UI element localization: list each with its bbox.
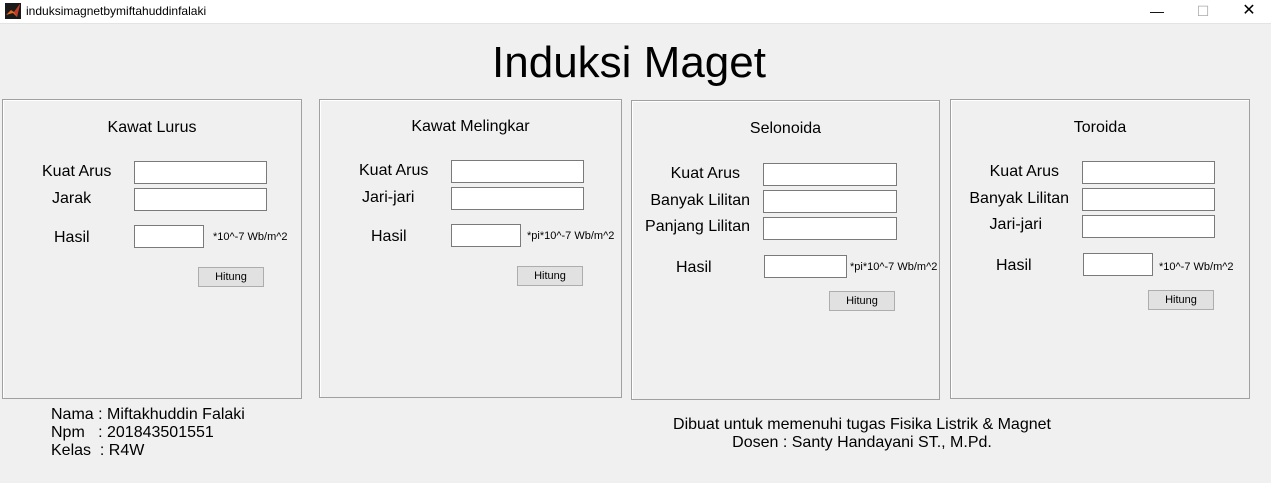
assignment-purpose: Dibuat untuk memenuhi tugas Fisika Listr…	[673, 416, 1051, 433]
jari-jari-input[interactable]	[451, 187, 584, 210]
jari-jari-input[interactable]	[1082, 215, 1215, 238]
jari-jari-label: Jari-jari	[362, 189, 415, 206]
author-npm: Npm : 201843501551	[51, 424, 214, 441]
close-button[interactable]: ✕	[1226, 0, 1271, 22]
kuat-arus-input[interactable]	[1082, 161, 1215, 184]
hasil-label: Hasil	[676, 259, 712, 276]
panel-title: Toroida	[1073, 119, 1127, 136]
banyak-lilitan-label: Banyak Lilitan	[969, 190, 1069, 207]
unit-label: *pi*10^-7 Wb/m^2	[850, 261, 938, 273]
minimize-button[interactable]: —	[1134, 0, 1180, 22]
jarak-label: Jarak	[52, 190, 92, 207]
panel-kawat-melingkar: Kawat Melingkar Kuat Arus Jari-jari Hasi…	[319, 99, 622, 398]
hasil-output[interactable]	[134, 225, 204, 248]
banyak-lilitan-input[interactable]	[1082, 188, 1215, 211]
author-name: Nama : Miftakhuddin Falaki	[51, 406, 245, 423]
hasil-output[interactable]	[451, 224, 521, 247]
hitung-button[interactable]: Hitung	[1148, 290, 1214, 310]
hitung-button[interactable]: Hitung	[198, 267, 264, 287]
hitung-button[interactable]: Hitung	[829, 291, 895, 311]
panel-title: Kawat Melingkar	[411, 118, 530, 135]
unit-label: *10^-7 Wb/m^2	[213, 231, 288, 243]
author-class: Kelas : R4W	[51, 442, 145, 459]
kuat-arus-label: Kuat Arus	[42, 163, 112, 180]
page-title: Induksi Maget	[492, 38, 766, 87]
maximize-button[interactable]: ☐	[1180, 0, 1226, 22]
hitung-button[interactable]: Hitung	[517, 266, 583, 286]
jarak-input[interactable]	[134, 188, 267, 211]
panel-title: Kawat Lurus	[107, 119, 197, 136]
window-title: induksimagnetbymiftahuddinfalaki	[26, 4, 207, 18]
lecturer-name: Dosen : Santy Handayani ST., M.Pd.	[732, 434, 992, 451]
kuat-arus-label: Kuat Arus	[989, 163, 1059, 180]
hasil-label: Hasil	[54, 229, 90, 246]
hasil-label: Hasil	[371, 228, 407, 245]
kuat-arus-label: Kuat Arus	[359, 162, 429, 179]
panjang-lilitan-label: Panjang Lilitan	[645, 218, 750, 235]
kuat-arus-label: Kuat Arus	[670, 165, 740, 182]
unit-label: *pi*10^-7 Wb/m^2	[527, 230, 615, 242]
panel-kawat-lurus: Kawat Lurus Kuat Arus Jarak Hasil *10^-7…	[2, 99, 302, 399]
unit-label: *10^-7 Wb/m^2	[1159, 261, 1234, 273]
hasil-output[interactable]	[764, 255, 847, 278]
banyak-lilitan-input[interactable]	[763, 190, 897, 213]
hasil-output[interactable]	[1083, 253, 1153, 276]
jari-jari-label: Jari-jari	[989, 216, 1042, 233]
panel-title: Selonoida	[749, 120, 822, 137]
panel-selonoida: Selonoida Kuat Arus Banyak Lilitan Panja…	[631, 100, 940, 400]
matlab-icon	[5, 3, 21, 19]
hasil-label: Hasil	[996, 257, 1032, 274]
window-titlebar: induksimagnetbymiftahuddinfalaki — ☐ ✕	[0, 0, 1271, 24]
panjang-lilitan-input[interactable]	[763, 217, 897, 240]
banyak-lilitan-label: Banyak Lilitan	[650, 192, 750, 209]
panel-toroida: Toroida Kuat Arus Banyak Lilitan Jari-ja…	[950, 99, 1250, 399]
kuat-arus-input[interactable]	[451, 160, 584, 183]
kuat-arus-input[interactable]	[763, 163, 897, 186]
kuat-arus-input[interactable]	[134, 161, 267, 184]
